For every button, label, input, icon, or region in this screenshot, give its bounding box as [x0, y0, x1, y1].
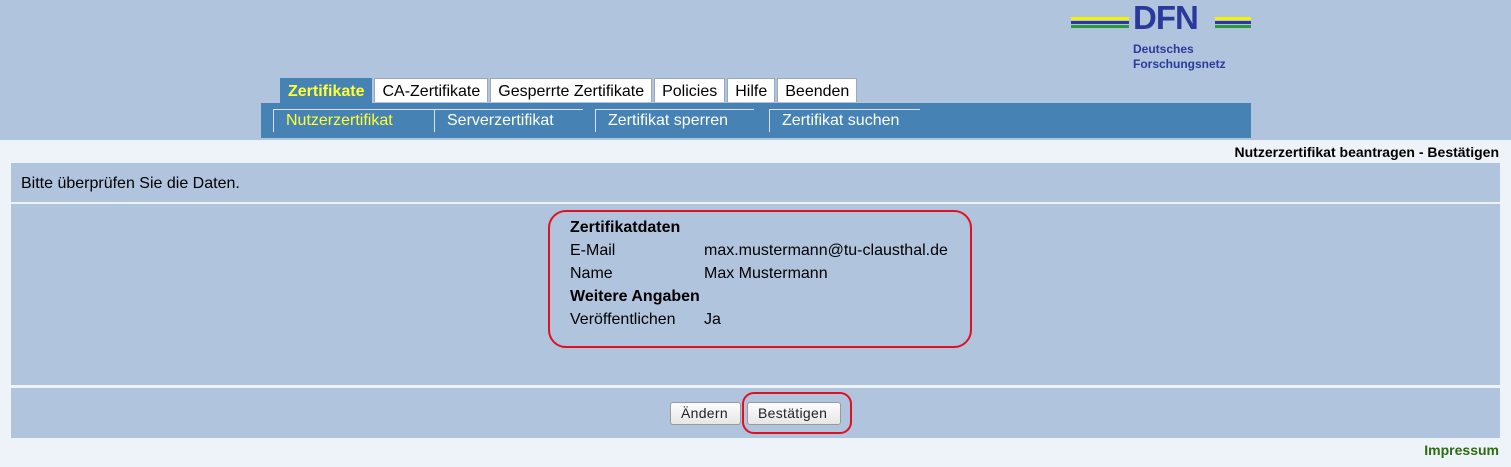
header: DFN Deutsches Forschungsnetz Zertifikate… — [0, 0, 1511, 140]
email-label: E-Mail — [570, 242, 616, 259]
subnav-zertifikat-sperren[interactable]: Zertifikat sperren — [595, 109, 754, 132]
confirm-button[interactable]: Bestätigen — [747, 402, 841, 425]
logo-subtitle-line2: Forschungsnetz — [1133, 57, 1226, 71]
change-button[interactable]: Ändern — [670, 402, 741, 425]
row-name: Name Max Mustermann — [570, 262, 948, 285]
subnav-serverzertifikat[interactable]: Serverzertifikat — [434, 109, 583, 132]
logo-stripe-yellow — [1071, 17, 1129, 20]
heading-text: Weitere Angaben — [570, 288, 700, 305]
main-tabs: Zertifikate CA-Zertifikate Gesperrte Zer… — [280, 78, 859, 103]
subnav-nutzerzertifikat[interactable]: Nutzerzertifikat — [273, 109, 434, 132]
name-label: Name — [570, 265, 613, 282]
impressum-link[interactable]: Impressum — [1424, 442, 1499, 458]
logo-subtitle-line1: Deutsches — [1133, 42, 1194, 56]
logo-wordmark: DFN — [1133, 0, 1199, 36]
email-value: max.mustermann@tu-clausthal.de — [704, 242, 948, 259]
tab-beenden[interactable]: Beenden — [777, 78, 858, 102]
tab-zertifikate[interactable]: Zertifikate — [280, 78, 373, 103]
logo-stripe-blue-right — [1215, 21, 1251, 24]
tab-hilfe[interactable]: Hilfe — [727, 78, 776, 102]
row-email: E-Mail max.mustermann@tu-clausthal.de — [570, 239, 948, 262]
logo-subtitle: Deutsches Forschungsnetz — [1133, 42, 1226, 72]
logo-stripe-green-right — [1215, 25, 1251, 28]
instruction-panel: Bitte überprüfen Sie die Daten. — [11, 163, 1500, 202]
logo-stripe-yellow-right — [1215, 17, 1251, 20]
certificate-data-table: Zertifikatdaten E-Mail max.mustermann@tu… — [570, 216, 948, 331]
subnav-zertifikat-suchen[interactable]: Zertifikat suchen — [769, 109, 920, 132]
section-heading-weitere-angaben: Weitere Angaben — [570, 285, 948, 308]
tab-policies[interactable]: Policies — [654, 78, 726, 102]
logo-stripe-green — [1071, 25, 1129, 28]
row-publish: Veröffentlichen Ja — [570, 308, 948, 331]
data-panel: Zertifikatdaten E-Mail max.mustermann@tu… — [11, 204, 1500, 385]
sub-navigation: Nutzerzertifikat Serverzertifikat Zertif… — [261, 103, 1251, 138]
section-heading-zertifikatdaten: Zertifikatdaten — [570, 216, 948, 239]
logo-stripe-blue — [1071, 21, 1129, 24]
tab-ca-zertifikate[interactable]: CA-Zertifikate — [374, 78, 489, 102]
tab-gesperrte-zertifikate[interactable]: Gesperrte Zertifikate — [490, 78, 653, 102]
dfn-logo[interactable]: DFN Deutsches Forschungsnetz — [1071, 0, 1251, 74]
page-title: Nutzerzertifikat beantragen - Bestätigen — [1234, 144, 1500, 160]
publish-value: Ja — [704, 311, 721, 328]
name-value: Max Mustermann — [704, 265, 828, 282]
publish-label: Veröffentlichen — [570, 311, 676, 328]
instruction-text: Bitte überprüfen Sie die Daten. — [21, 175, 240, 192]
heading-text: Zertifikatdaten — [570, 219, 681, 236]
action-panel: Ändern Bestätigen — [11, 388, 1500, 438]
